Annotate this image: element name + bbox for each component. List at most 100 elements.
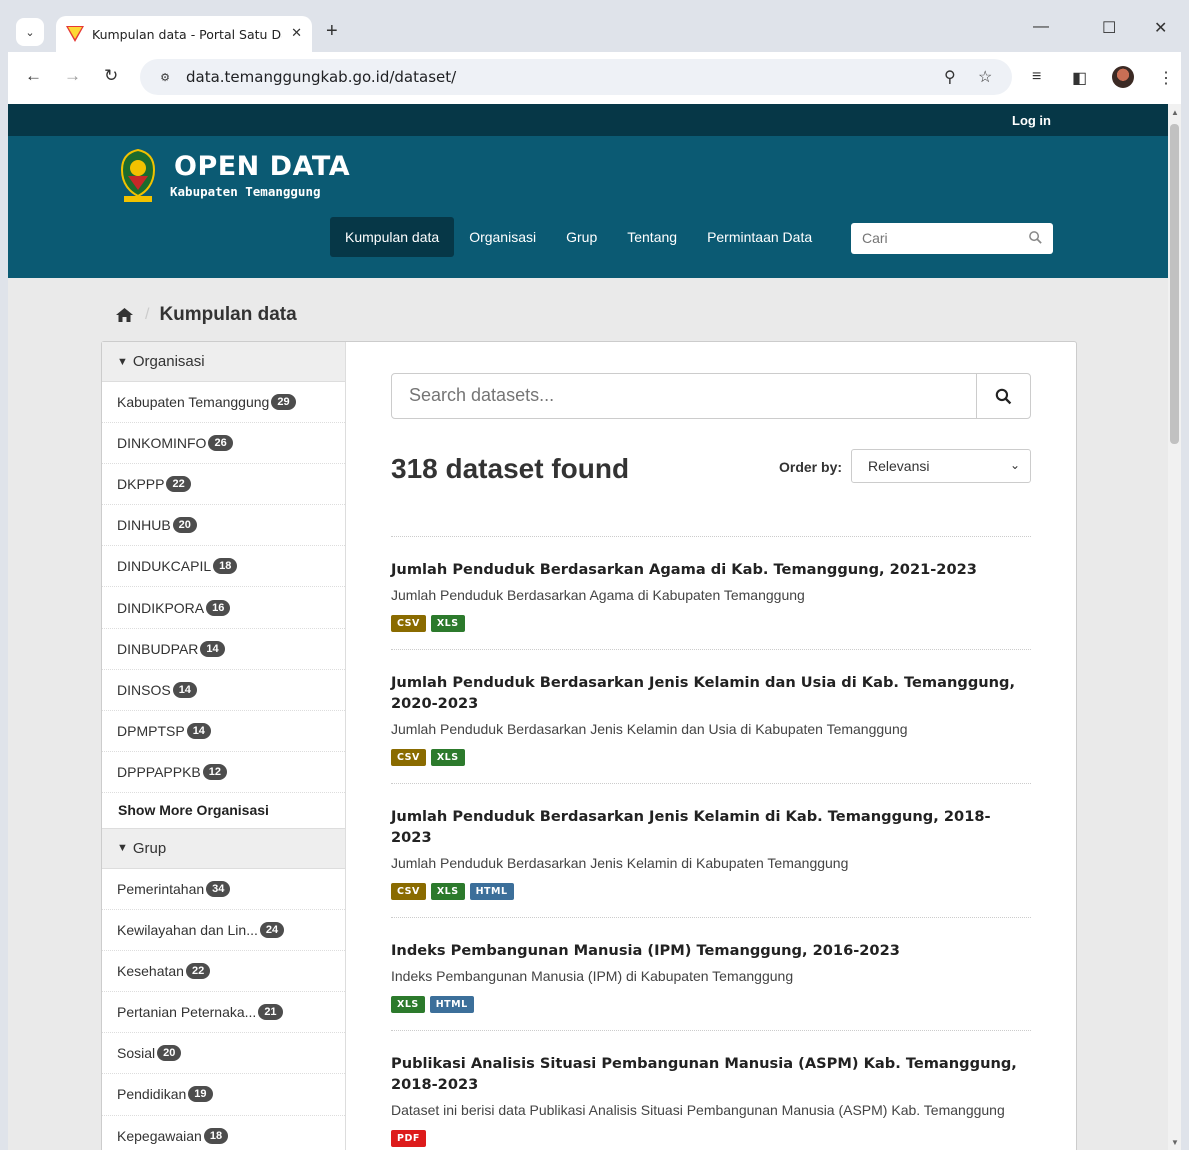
site-search-input[interactable] [862, 223, 1022, 252]
order-by-select[interactable]: Relevansi ⌄ [851, 449, 1031, 483]
bookmark-star-icon[interactable]: ☆ [978, 67, 992, 87]
grup-facet-item[interactable]: Pendidikan 19 [102, 1074, 345, 1116]
grup-facet-item[interactable]: Sosial 20 [102, 1033, 345, 1075]
tab-title: Kumpulan data - Portal Satu Da [92, 26, 282, 42]
format-badges: CSV XLS [391, 615, 1031, 632]
organisasi-facet-item[interactable]: Kabupaten Temanggung 29 [102, 382, 345, 424]
organisasi-facet-item[interactable]: DINHUB 20 [102, 505, 345, 547]
grup-facet-item[interactable]: Kepegawaian 18 [102, 1115, 345, 1150]
organisasi-facet-item[interactable]: DINSOS 14 [102, 669, 345, 711]
grup-facet-item[interactable]: Kesehatan 22 [102, 951, 345, 993]
format-badge-xls[interactable]: XLS [430, 749, 465, 766]
search-icon[interactable] [1028, 230, 1043, 245]
nav-kumpulan-data[interactable]: Kumpulan data [330, 217, 455, 257]
dataset-title-link[interactable]: Jumlah Penduduk Berdasarkan Jenis Kelami… [391, 806, 1031, 848]
breadcrumb: / Kumpulan data [116, 304, 297, 326]
result-count: 318 dataset found [391, 453, 630, 484]
format-badge-html[interactable]: HTML [429, 996, 474, 1013]
dataset-item: Indeks Pembangunan Manusia (IPM) Temangg… [391, 917, 1031, 1030]
facet-list-organisasi: Kabupaten Temanggung 29 DINKOMINFO 26 DKPP… [102, 382, 345, 793]
organisasi-facet-item[interactable]: DINKOMINFO 26 [102, 423, 345, 465]
facet-item-label: DPMPTSP [117, 722, 185, 739]
url-text: data.temanggungkab.go.id/dataset/ [186, 68, 457, 86]
format-badge-csv[interactable]: CSV [391, 883, 426, 900]
scroll-up-arrow-icon[interactable]: ▲ [1171, 108, 1179, 117]
count-badge: 22 [185, 963, 211, 980]
format-badges: PDF [391, 1130, 1031, 1147]
new-tab-icon[interactable]: + [326, 20, 338, 43]
close-window-icon[interactable]: ✕ [1154, 18, 1167, 38]
site-search [851, 223, 1053, 254]
count-badge: 16 [206, 599, 231, 616]
facet-heading-label: Organisasi [132, 353, 205, 370]
address-bar[interactable]: ⚙ data.temanggungkab.go.id/dataset/ ⚲ ☆ [140, 59, 1012, 95]
organisasi-facet-item[interactable]: DINDUKCAPIL 18 [102, 546, 345, 588]
format-badge-xls[interactable]: XLS [430, 615, 465, 632]
format-badge-csv[interactable]: CSV [391, 749, 426, 766]
nav-organisasi[interactable]: Organisasi [454, 217, 551, 257]
tab-search-button[interactable]: ⌄ [16, 18, 44, 46]
count-badge: 18 [213, 558, 238, 575]
profile-avatar[interactable] [1112, 66, 1134, 88]
organisasi-facet-item[interactable]: DINDIKPORA 16 [102, 587, 345, 629]
back-icon[interactable]: ← [25, 66, 42, 86]
format-badge-xls[interactable]: XLS [430, 883, 465, 900]
facet-item-label: Kewilayahan dan Lin... [117, 922, 258, 939]
account-bar: Log in [8, 104, 1168, 136]
close-tab-icon[interactable]: ✕ [291, 25, 302, 41]
dataset-title-link[interactable]: Jumlah Penduduk Berdasarkan Jenis Kelami… [391, 672, 1031, 714]
dataset-search-input[interactable] [409, 374, 979, 416]
side-panel-icon[interactable]: ◧ [1072, 68, 1087, 88]
count-badge: 14 [172, 681, 197, 698]
organisasi-facet-item[interactable]: DINBUDPAR 14 [102, 628, 345, 670]
grup-facet-item[interactable]: Pertanian Peternaka... 21 [102, 992, 345, 1034]
breadcrumb-current[interactable]: Kumpulan data [159, 304, 296, 326]
chevron-down-icon: ⌄ [1009, 458, 1020, 472]
count-badge: 20 [157, 1045, 182, 1062]
dataset-title-link[interactable]: Indeks Pembangunan Manusia (IPM) Temangg… [391, 940, 1031, 961]
facet-item-label: Kepegawaian [117, 1127, 202, 1144]
maximize-icon[interactable]: ☐ [1102, 18, 1116, 38]
menu-kebab-icon[interactable]: ⋮ [1158, 68, 1174, 88]
login-link[interactable]: Log in [1012, 113, 1051, 128]
show-more-organisasi-link[interactable]: Show More Organisasi [102, 792, 345, 829]
zoom-icon[interactable]: ⚲ [944, 67, 956, 87]
format-badge-html[interactable]: HTML [469, 883, 514, 900]
nav-permintaan-data[interactable]: Permintaan Data [692, 217, 827, 257]
format-badge-xls[interactable]: XLS [391, 996, 425, 1013]
facet-item-label: DINSOS [117, 681, 171, 698]
grup-facet-item[interactable]: Pemerintahan 34 [102, 868, 345, 911]
facet-item-label: DINDIKPORA [117, 599, 205, 616]
reading-list-icon[interactable]: ≡ [1032, 68, 1041, 86]
grup-facet-item[interactable]: Kewilayahan dan Lin... 24 [102, 910, 345, 952]
count-badge: 24 [259, 922, 285, 939]
logo-title[interactable]: OPEN DATA [174, 151, 350, 182]
dataset-search-button[interactable] [976, 374, 1030, 418]
organisasi-facet-item[interactable]: DPMPTSP 14 [102, 710, 345, 752]
facet-list-grup: Pemerintahan 34 Kewilayahan dan Lin... 24… [102, 868, 345, 1150]
reload-icon[interactable]: ↻ [104, 66, 118, 86]
organisasi-facet-item[interactable]: DKPPP 22 [102, 464, 345, 506]
nav-grup[interactable]: Grup [551, 217, 612, 257]
format-badge-pdf[interactable]: PDF [391, 1130, 426, 1147]
minimize-icon[interactable]: — [1033, 18, 1049, 36]
nav-tentang[interactable]: Tentang [612, 217, 692, 257]
browser-tab[interactable]: Kumpulan data - Portal Satu Da ✕ [56, 16, 312, 52]
facet-item-label: Pertanian Peternaka... [117, 1004, 257, 1021]
forward-icon[interactable]: → [64, 66, 81, 86]
scroll-down-arrow-icon[interactable]: ▼ [1171, 1138, 1179, 1147]
scroll-thumb[interactable] [1170, 124, 1179, 444]
format-badges: CSV XLS [391, 749, 1031, 766]
dataset-title-link[interactable]: Jumlah Penduduk Berdasarkan Agama di Kab… [391, 559, 1031, 580]
organisasi-facet-item[interactable]: DPPPAPPKB 12 [102, 751, 345, 793]
dataset-title-link[interactable]: Publikasi Analisis Situasi Pembangunan M… [391, 1053, 1031, 1095]
dataset-item: Jumlah Penduduk Berdasarkan Agama di Kab… [391, 536, 1031, 649]
logo-emblem-icon[interactable] [118, 148, 158, 206]
format-badge-csv[interactable]: CSV [391, 615, 426, 632]
home-icon[interactable] [116, 308, 133, 322]
site-info-icon[interactable]: ⚙ [152, 65, 178, 89]
format-badges: CSV XLS HTML [391, 883, 1031, 900]
order-by-label: Order by: [779, 459, 843, 475]
page-scrollbar[interactable]: ▲ ▼ [1168, 104, 1181, 1150]
facet-heading-grup: ▼ Grup [102, 828, 345, 869]
